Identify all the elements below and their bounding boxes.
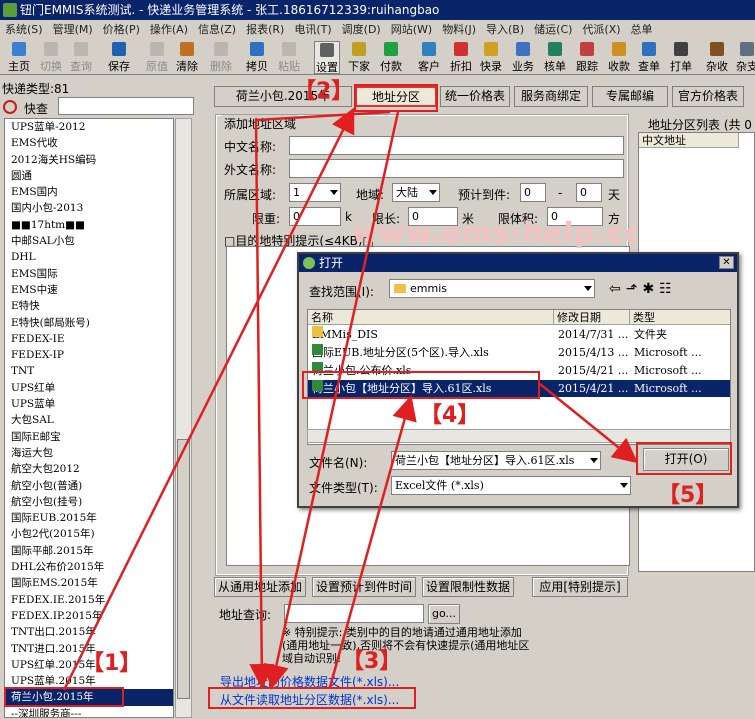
annotation-arrows <box>62 107 638 691</box>
arrow-3-to-4 <box>328 395 417 688</box>
arrow-1-to-2 <box>62 107 355 691</box>
arrow-2-loop <box>249 110 391 689</box>
arrow-2-to-3 <box>264 111 400 690</box>
arrow-4-to-5 <box>539 383 638 464</box>
